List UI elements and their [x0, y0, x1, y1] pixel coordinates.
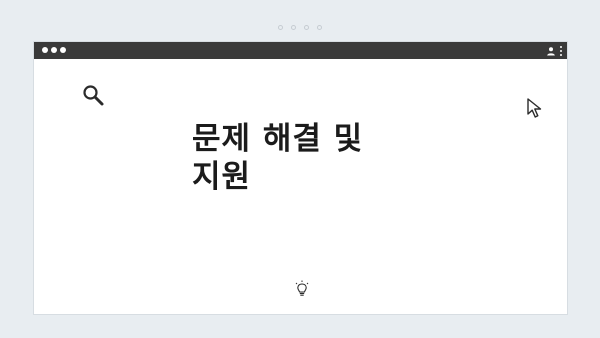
slide-canvas: 문제 해결 및 지원	[0, 0, 600, 338]
minimize-dot-icon[interactable]	[51, 47, 57, 53]
page-dot-icon[interactable]	[317, 25, 322, 30]
pager	[0, 25, 600, 30]
slide-title-line-1: 문제 해결 및	[192, 121, 364, 157]
titlebar-actions	[546, 45, 562, 56]
page-dot-icon[interactable]	[278, 25, 283, 30]
window-titlebar	[34, 42, 567, 59]
user-icon[interactable]	[546, 46, 556, 56]
window-controls	[42, 47, 66, 53]
page-dot-icon[interactable]	[304, 25, 309, 30]
slide-title: 문제 해결 및 지원	[192, 120, 422, 196]
page-dot-icon[interactable]	[291, 25, 296, 30]
slide-title-line-2: 지원	[192, 159, 252, 195]
close-dot-icon[interactable]	[42, 47, 48, 53]
kebab-menu-icon[interactable]	[559, 45, 562, 56]
cursor-arrow-icon	[527, 98, 542, 118]
browser-window: 문제 해결 및 지원	[33, 41, 568, 315]
maximize-dot-icon[interactable]	[60, 47, 66, 53]
lightbulb-icon	[295, 280, 309, 296]
search-icon	[83, 85, 104, 106]
